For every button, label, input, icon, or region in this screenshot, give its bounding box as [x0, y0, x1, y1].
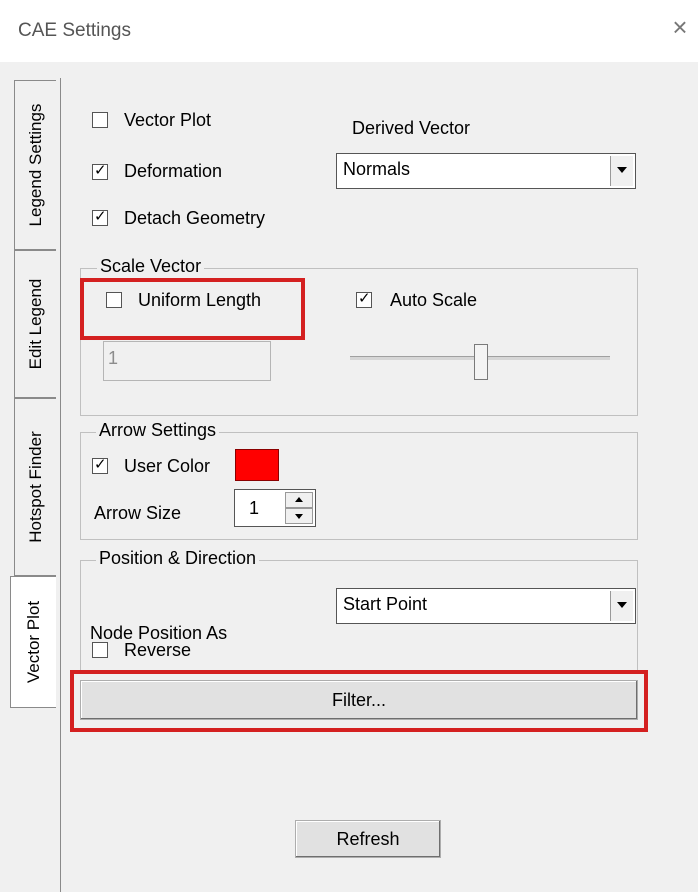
window-title: CAE Settings — [18, 20, 131, 41]
tab-vector-plot[interactable]: Vector Plot — [10, 576, 56, 708]
auto-scale-label: Auto Scale — [390, 290, 478, 310]
close-icon[interactable]: × — [668, 14, 692, 40]
node-position-value: Start Point — [343, 594, 428, 614]
filter-button[interactable]: Filter... — [80, 680, 638, 720]
tab-label: Edit Legend — [25, 278, 45, 370]
chevron-down-icon[interactable] — [610, 156, 633, 186]
deformation-checkbox[interactable]: ✓ — [92, 162, 108, 180]
refresh-button[interactable]: Refresh — [295, 820, 441, 858]
tab-label: Legend Settings — [25, 103, 45, 227]
check-icon: ✓ — [94, 456, 107, 473]
uniform-length-input[interactable]: 1 — [103, 341, 271, 381]
arrow-size-spinner[interactable]: 1 — [234, 489, 316, 527]
derived-vector-value: Normals — [343, 159, 411, 179]
detach-geometry-checkbox[interactable]: ✓ — [92, 208, 108, 226]
spin-up-icon[interactable] — [285, 492, 313, 508]
detach-geometry-label: Detach Geometry — [124, 208, 266, 228]
reverse-label: Reverse — [124, 640, 192, 660]
reverse-checkbox[interactable] — [92, 642, 108, 658]
auto-scale-checkbox[interactable]: ✓ — [356, 290, 372, 308]
user-color-checkbox[interactable]: ✓ — [92, 456, 108, 474]
vector-plot-label: Vector Plot — [124, 110, 212, 130]
tab-label: Hotspot Finder — [25, 431, 45, 543]
title-bar: CAE Settings × — [0, 0, 698, 62]
vertical-tab-strip: Legend Settings Edit Legend Hotspot Find… — [10, 80, 62, 710]
tab-hotspot-finder[interactable]: Hotspot Finder — [14, 398, 56, 576]
tab-legend-settings[interactable]: Legend Settings — [14, 80, 56, 250]
scale-vector-title: Scale Vector — [97, 256, 205, 277]
chevron-down-icon[interactable] — [610, 591, 633, 621]
arrow-settings-title: Arrow Settings — [96, 420, 220, 441]
user-color-label: User Color — [124, 456, 211, 476]
uniform-length-checkbox[interactable] — [106, 292, 122, 308]
arrow-size-label: Arrow Size — [94, 503, 182, 523]
spin-down-icon[interactable] — [285, 508, 313, 524]
vector-plot-checkbox[interactable] — [92, 112, 108, 128]
derived-vector-dropdown[interactable]: Normals — [336, 153, 636, 189]
uniform-length-value: 1 — [108, 348, 119, 368]
scale-slider-thumb[interactable] — [474, 344, 488, 380]
deformation-label: Deformation — [124, 161, 223, 181]
derived-vector-label: Derived Vector — [352, 118, 471, 138]
check-icon: ✓ — [94, 162, 107, 179]
check-icon: ✓ — [358, 290, 371, 307]
tab-label: Vector Plot — [23, 600, 43, 684]
position-direction-title: Position & Direction — [96, 548, 260, 569]
user-color-swatch[interactable] — [235, 449, 279, 481]
uniform-length-label: Uniform Length — [138, 290, 262, 310]
tab-edit-legend[interactable]: Edit Legend — [14, 250, 56, 398]
node-position-dropdown[interactable]: Start Point — [336, 588, 636, 624]
arrow-size-value: 1 — [249, 498, 260, 518]
check-icon: ✓ — [94, 208, 107, 225]
